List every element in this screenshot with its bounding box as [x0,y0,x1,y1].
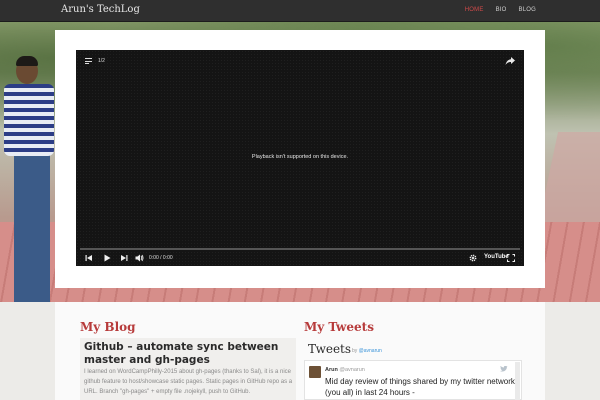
nav-link-home[interactable]: HOME [465,7,484,13]
tweet-text: Mid day review of things shared by my tw… [325,377,515,397]
youtube-icon[interactable]: YouTube [484,254,509,260]
person-shirt [4,84,54,156]
site-brand[interactable]: Arun's TechLog [61,4,140,15]
blog-section-title: My Blog [80,320,136,334]
player-controls: 0:00 / 0:00 YouTube [76,252,524,265]
share-icon[interactable] [505,56,515,66]
blog-post-excerpt: I learned on WordCampPhilly-2015 about g… [84,369,293,395]
avatar[interactable] [309,366,321,378]
previous-icon[interactable] [85,254,93,262]
progress-bar[interactable] [80,248,520,250]
top-navbar: Arun's TechLog HOME BIO BLOG [0,0,600,22]
tweets-scrollbar[interactable] [515,362,520,400]
nav-link-bio[interactable]: BIO [496,7,507,13]
playlist-icon[interactable] [85,57,94,65]
time-display: 0:00 / 0:00 [149,255,173,261]
playlist-count: 1/2 [98,58,105,64]
tweet-author[interactable]: Arun @avnarun [325,367,365,373]
person-hair [16,56,38,66]
nav-links: HOME BIO BLOG [465,7,536,13]
fullscreen-icon[interactable] [507,254,515,262]
youtube-player[interactable]: 1/2 Playback isn't supported on this dev… [76,50,524,266]
playlist-indicator[interactable]: 1/2 [85,57,105,65]
play-icon[interactable] [103,254,111,262]
twitter-bird-icon[interactable] [500,366,508,372]
person-jeans [14,154,50,302]
byline-handle-link[interactable]: @avnarun [359,348,382,354]
tweet-author-handle[interactable]: @avnarun [339,367,364,373]
next-icon[interactable] [120,254,128,262]
tweets-section-title: My Tweets [304,320,374,334]
nav-link-blog[interactable]: BLOG [519,7,536,13]
hero-person [0,56,60,302]
twitter-widget-byline: by @avnarun [352,348,382,354]
twitter-widget-title: Tweets [308,342,352,356]
byline-prefix: by [352,348,358,354]
playback-error-message: Playback isn't supported on this device. [251,154,349,160]
volume-icon[interactable] [135,254,144,262]
tweet-author-name[interactable]: Arun [325,367,338,373]
settings-icon[interactable] [469,254,477,262]
blog-post-title[interactable]: Github – automate sync between master an… [84,341,296,367]
